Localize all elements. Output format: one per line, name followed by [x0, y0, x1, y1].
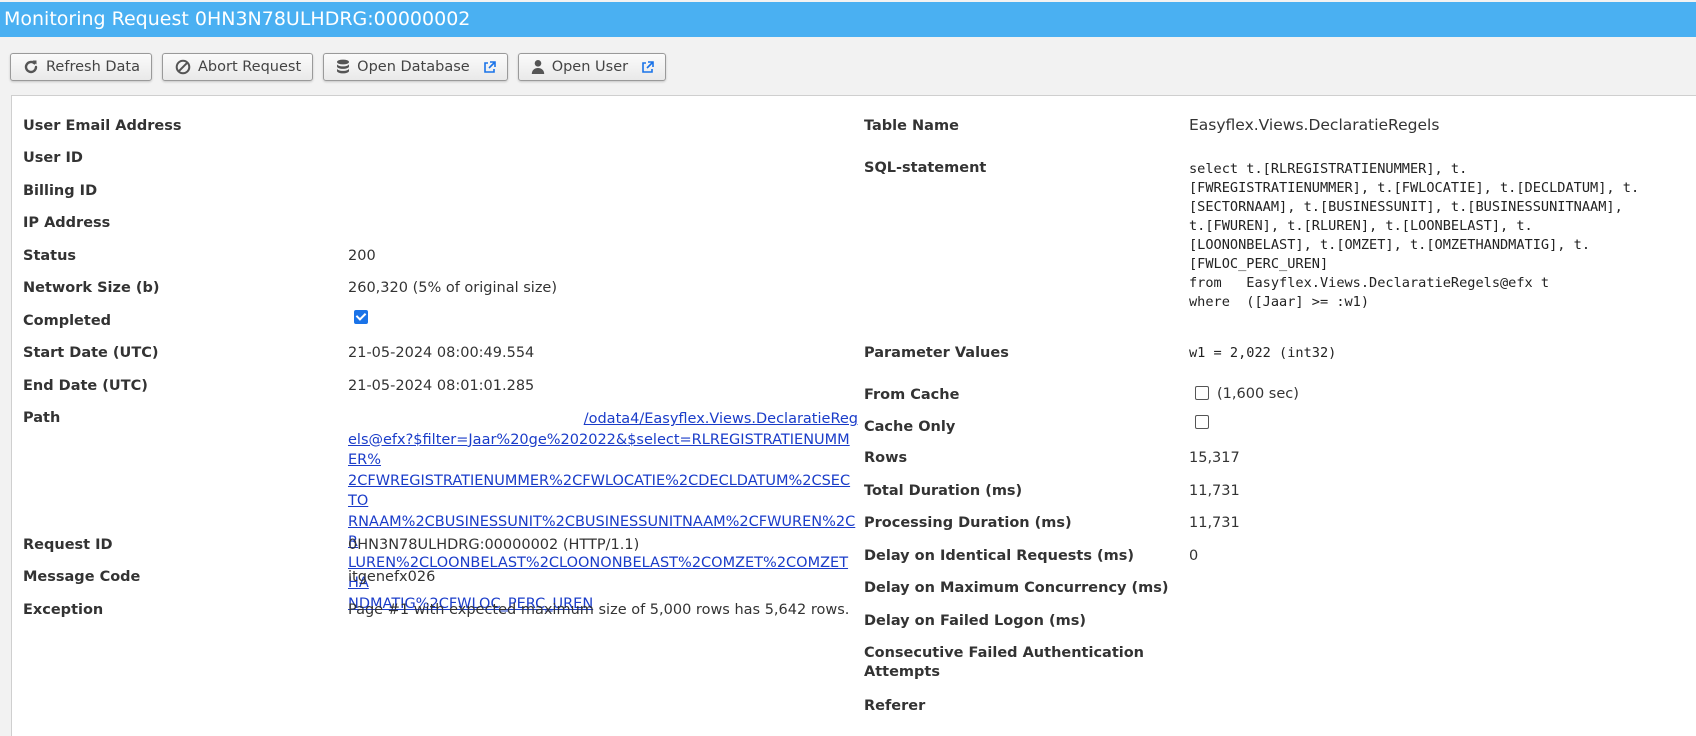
ip-address-label: IP Address — [23, 215, 111, 231]
network-size-value: 260,320 (5% of original size) — [348, 280, 558, 296]
sql-line: [FWREGISTRATIENUMMER], t.[FWLOCATIE], t.… — [1189, 180, 1640, 196]
processing-duration-value: 11,731 — [1189, 515, 1240, 531]
sql-line: select t.[RLREGISTRATIENUMMER], t. — [1189, 161, 1468, 177]
delay-concurrency-label: Delay on Maximum Concurrency (ms) — [864, 580, 1169, 596]
sql-line: [SECTORNAAM], t.[BUSINESSUNIT], t.[BUSIN… — [1189, 199, 1623, 215]
sql-line: t.[FWUREN], t.[RLUREN], t.[LOONBELAST], … — [1189, 218, 1533, 234]
status-value: 200 — [348, 248, 376, 264]
open-user-button[interactable]: Open User — [517, 53, 667, 81]
network-size-label: Network Size (b) — [23, 280, 160, 296]
external-link-icon — [641, 60, 654, 74]
completed-label: Completed — [23, 313, 112, 329]
exception-value: Page #1 with expected maximum size of 5,… — [348, 602, 850, 618]
sql-statement-label: SQL-statement — [864, 160, 987, 176]
exception-label: Exception — [23, 602, 104, 618]
status-label: Status — [23, 248, 77, 264]
table-name-value: Easyflex.Views.DeclaratieRegels — [1189, 116, 1440, 134]
refresh-icon — [23, 59, 39, 75]
sql-line: [LOONONBELAST], t.[OMZET], t.[OMZETHANDM… — [1189, 237, 1591, 253]
start-date-value: 21-05-2024 08:00:49.554 — [348, 345, 535, 361]
cache-only-label: Cache Only — [864, 419, 956, 435]
user-id-label: User ID — [23, 150, 83, 166]
consecutive-failed-label: Consecutive Failed Authentication Attemp… — [864, 645, 1145, 680]
from-cache-checkbox[interactable] — [1195, 385, 1209, 404]
delay-failed-logon-label: Delay on Failed Logon (ms) — [864, 613, 1086, 629]
open-database-button[interactable]: Open Database — [323, 53, 508, 81]
sql-line: where ([Jaar] >= :w1) — [1189, 294, 1370, 310]
open-user-label: Open User — [551, 59, 629, 75]
refresh-data-button[interactable]: Refresh Data — [10, 53, 152, 81]
end-date-value: 21-05-2024 08:01:01.285 — [348, 378, 535, 394]
sql-line: [FWLOC_PERC_UREN] — [1189, 256, 1329, 272]
from-cache-value: (1,600 sec) — [1217, 386, 1299, 402]
rows-label: Rows — [864, 450, 908, 466]
parameter-values-value: w1 = 2,022 (int32) — [1189, 345, 1337, 361]
start-date-label: Start Date (UTC) — [23, 345, 159, 361]
sql-statement-value: select t.[RLREGISTRATIENUMMER], t. [FWRE… — [1189, 160, 1639, 312]
path-link-line[interactable]: 2CFWREGISTRATIENUMMER%2CFWLOCATIE%2CDECL… — [348, 473, 850, 510]
external-link-icon — [483, 60, 496, 74]
sql-line: from Easyflex.Views.DeclaratieRegels@efx… — [1189, 275, 1550, 291]
table-name-label: Table Name — [864, 118, 959, 134]
total-duration-value: 11,731 — [1189, 483, 1240, 499]
delay-identical-label: Delay on Identical Requests (ms) — [864, 548, 1135, 564]
cache-only-checkbox[interactable] — [1195, 414, 1209, 433]
processing-duration-label: Processing Duration (ms) — [864, 515, 1072, 531]
user-icon — [531, 59, 545, 75]
path-link-line[interactable]: els@efx?$filter=Jaar%20ge%202022&$select… — [348, 432, 850, 469]
refresh-data-label: Refresh Data — [46, 59, 140, 75]
total-duration-label: Total Duration (ms) — [864, 483, 1023, 499]
path-label: Path — [23, 410, 61, 426]
window-title: Monitoring Request 0HN3N78ULHDRG:0000000… — [0, 2, 1696, 37]
message-code-value: itgenefx026 — [348, 569, 436, 585]
details-panel: User Email Address User ID Billing ID IP… — [11, 95, 1696, 736]
request-id-value: 0HN3N78ULHDRG:00000002 (HTTP/1.1) — [348, 537, 640, 553]
database-icon — [336, 59, 350, 75]
completed-checkbox[interactable] — [354, 309, 368, 328]
open-database-label: Open Database — [357, 59, 470, 75]
referer-label: Referer — [864, 698, 926, 714]
request-id-label: Request ID — [23, 537, 113, 553]
message-code-label: Message Code — [23, 569, 141, 585]
from-cache-label: From Cache — [864, 387, 960, 403]
parameter-values-label: Parameter Values — [864, 345, 1009, 361]
path-link[interactable]: /odata4/Easyflex.Views.DeclaratieReg — [584, 411, 858, 427]
end-date-label: End Date (UTC) — [23, 378, 148, 394]
billing-id-label: Billing ID — [23, 183, 98, 199]
delay-identical-value: 0 — [1189, 548, 1199, 564]
user-email-label: User Email Address — [23, 118, 182, 134]
ban-icon — [175, 59, 191, 75]
toolbar: Refresh Data Abort Request Open Database… — [10, 53, 667, 81]
abort-request-label: Abort Request — [198, 59, 302, 75]
rows-value: 15,317 — [1189, 450, 1240, 466]
abort-request-button[interactable]: Abort Request — [162, 53, 314, 81]
